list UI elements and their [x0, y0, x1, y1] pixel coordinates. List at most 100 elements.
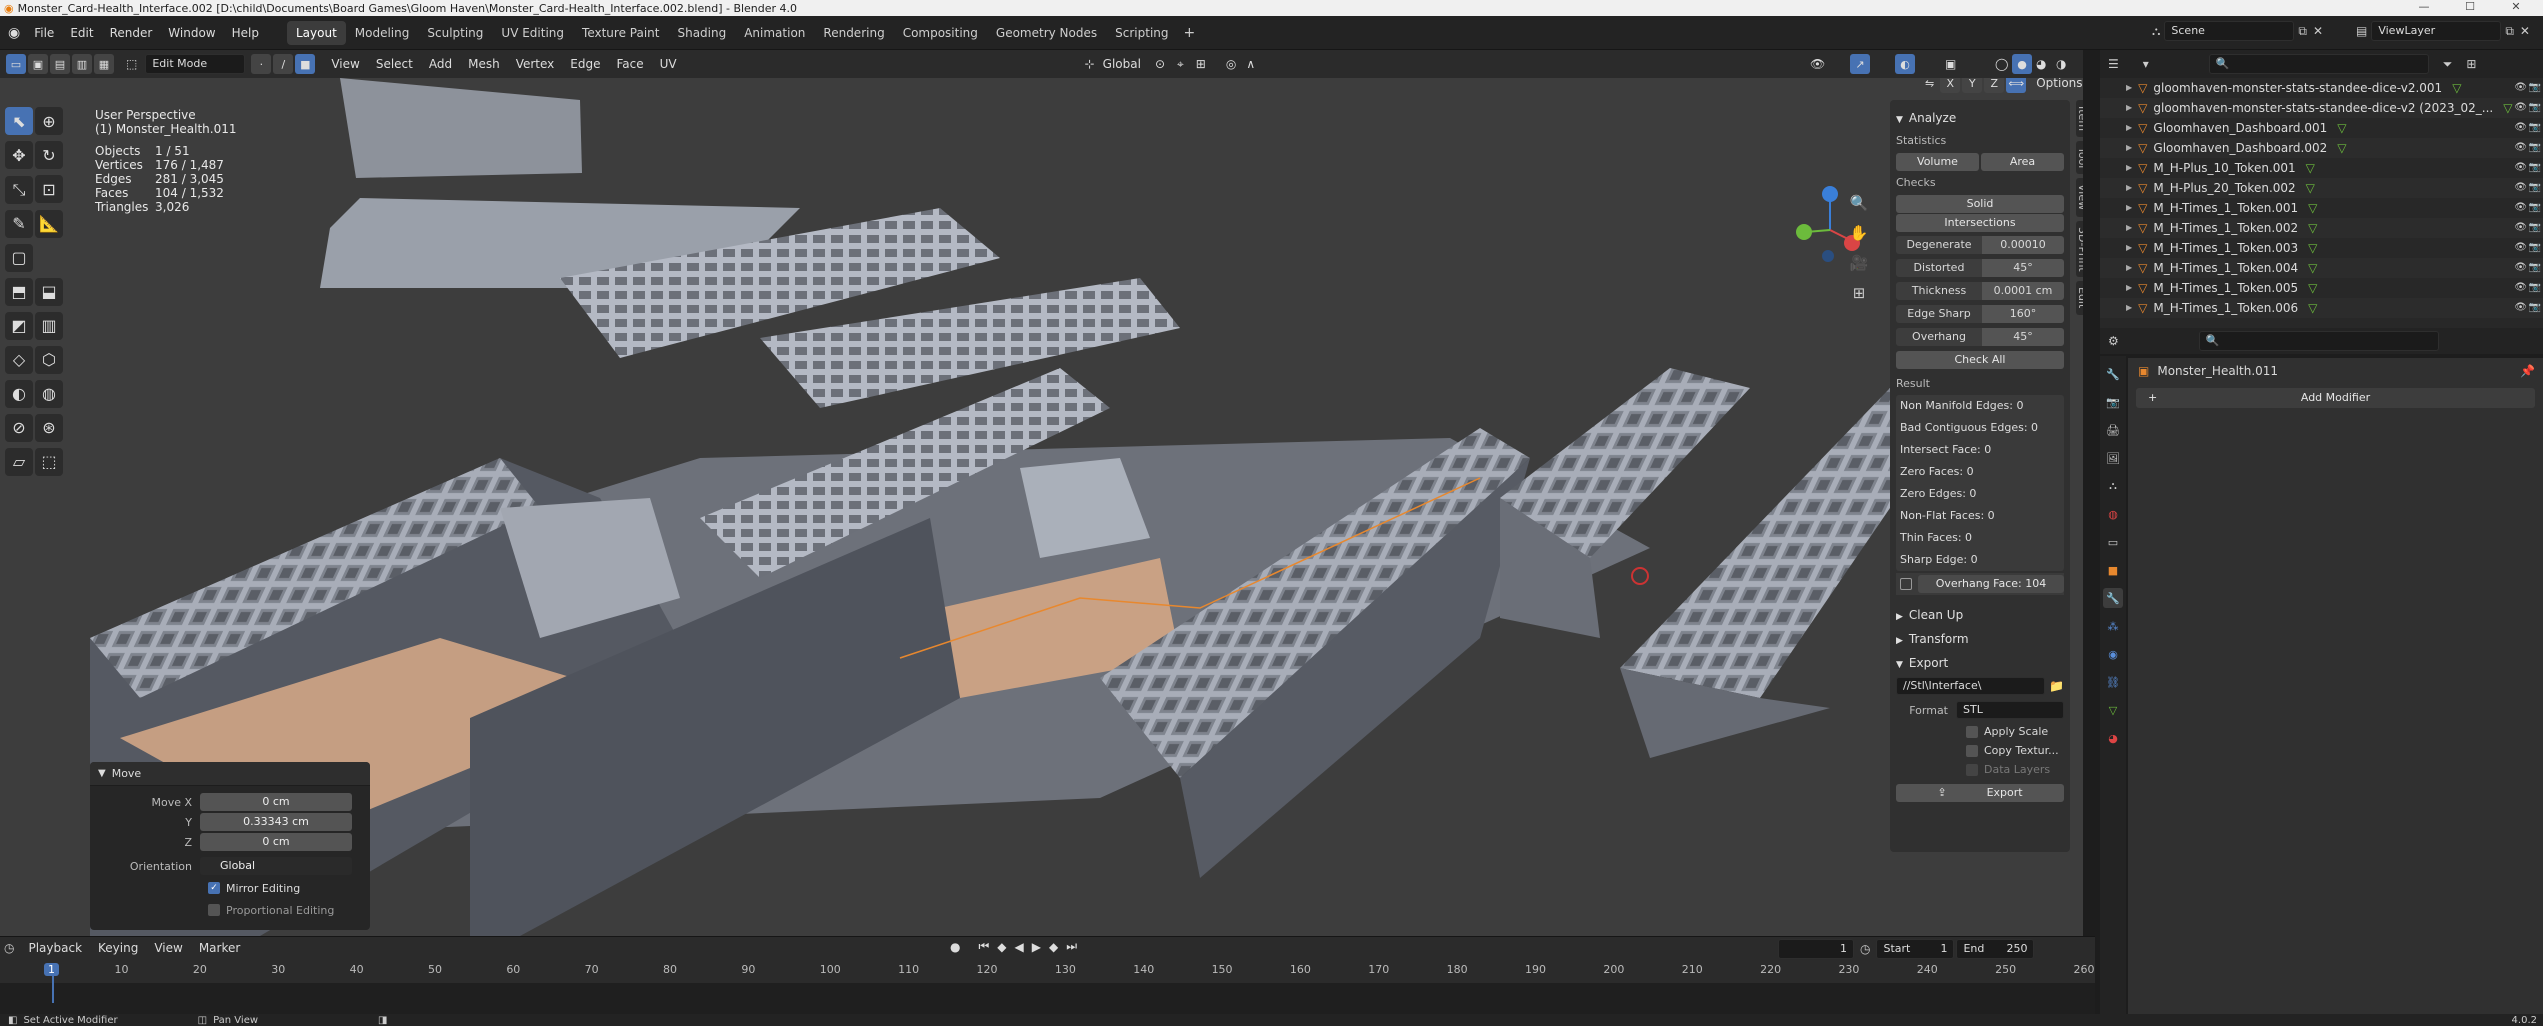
outliner-item-name[interactable]: Gloomhaven_Dashboard.001: [2153, 118, 2327, 138]
snap-target-icon[interactable]: ⊞: [1196, 57, 1206, 71]
play-reverse-icon[interactable]: ◀: [1015, 940, 1024, 954]
render-camera-icon[interactable]: 📷: [2529, 98, 2541, 118]
area-button[interactable]: Area: [1981, 153, 2064, 171]
outliner-row[interactable]: ▶ ▽ M_H-Plus_20_Token.002 ▽ 👁 📷: [2100, 178, 2543, 198]
edge-slide-tool-icon[interactable]: ⊘: [5, 413, 33, 442]
next-keyframe-icon[interactable]: ◆: [1049, 940, 1058, 954]
annotate-tool-icon[interactable]: ✎: [5, 209, 33, 238]
export-button[interactable]: ⇪ Export: [1896, 784, 2064, 802]
export-header[interactable]: ▼ Export: [1896, 651, 2064, 675]
workspace-tab-shading[interactable]: Shading: [668, 21, 735, 45]
select-invert-icon[interactable]: ▦: [94, 54, 114, 74]
smooth-tool-icon[interactable]: ◍: [35, 379, 63, 408]
vertex-select-icon[interactable]: ·: [251, 54, 272, 74]
mesh-symmetry-icon[interactable]: ⟺: [2006, 78, 2027, 93]
intersections-button[interactable]: Intersections: [1896, 214, 2064, 232]
workspace-tab-layout[interactable]: Layout: [286, 20, 346, 45]
outliner-row[interactable]: ▶ ▽ gloomhaven-monster-stats-standee-dice-…: [2100, 98, 2543, 118]
render-camera-icon[interactable]: 📷: [2529, 278, 2541, 298]
render-camera-icon[interactable]: 📷: [2529, 178, 2541, 198]
rip-tool-icon[interactable]: ⬚: [35, 447, 63, 476]
menu-window[interactable]: Window: [160, 16, 223, 50]
outliner-item-name[interactable]: M_H-Times_1_Token.002: [2153, 218, 2298, 238]
viewport-menu-face[interactable]: Face: [608, 54, 651, 74]
edge-select-icon[interactable]: /: [273, 54, 294, 74]
sidebar-tab-item[interactable]: Item: [2076, 100, 2083, 138]
orientation-icon[interactable]: ⊹: [1085, 57, 1095, 71]
snap-icon[interactable]: ⌖: [1177, 57, 1184, 72]
collapse-icon[interactable]: ▼: [98, 768, 106, 779]
render-camera-icon[interactable]: 📷: [2529, 218, 2541, 238]
expand-arrow-icon[interactable]: ▶: [2126, 278, 2132, 298]
prev-keyframe-icon[interactable]: ◆: [997, 940, 1006, 954]
move-z-field[interactable]: 0 cm: [200, 833, 352, 851]
workspace-tab-geometry-nodes[interactable]: Geometry Nodes: [987, 21, 1106, 45]
scene-tab-icon[interactable]: ⛬: [2103, 476, 2123, 496]
expand-arrow-icon[interactable]: ▶: [2126, 98, 2132, 118]
outliner-item-name[interactable]: gloomhaven-monster-stats-standee-dice-v2…: [2153, 78, 2442, 98]
viewport-menu-edge[interactable]: Edge: [562, 54, 608, 74]
scale-tool-icon[interactable]: ⤡: [5, 175, 33, 204]
properties-search-input[interactable]: 🔍: [2198, 331, 2439, 351]
render-camera-icon[interactable]: 📷: [2529, 78, 2541, 98]
outliner-item-name[interactable]: M_H-Plus_20_Token.002: [2153, 178, 2295, 198]
delete-viewlayer-icon[interactable]: ✕: [2520, 24, 2530, 38]
orientation-dropdown[interactable]: Global: [1095, 54, 1149, 74]
mirror-y-toggle[interactable]: Y: [1962, 78, 1983, 93]
mode-dropdown[interactable]: Edit Mode: [145, 54, 246, 74]
visibility-eye-icon[interactable]: 👁: [2514, 218, 2527, 238]
mirror-editing-checkbox[interactable]: ✓: [208, 882, 220, 894]
camera-icon[interactable]: 🎥: [1848, 248, 1870, 278]
physics-tab-icon[interactable]: ◉: [2103, 644, 2123, 664]
move-tool-icon[interactable]: ✥: [5, 141, 33, 169]
timeline-menu-keying[interactable]: Keying: [90, 938, 146, 958]
collection-tab-icon[interactable]: ▭: [2103, 532, 2123, 552]
workspace-tab-compositing[interactable]: Compositing: [894, 21, 987, 45]
new-collection-icon[interactable]: ⊞: [2466, 57, 2476, 71]
overlay-icon[interactable]: ◐: [1895, 54, 1915, 74]
copy-scene-icon[interactable]: ⧉: [2298, 24, 2307, 39]
outliner-filter-icon[interactable]: ⏷: [2443, 57, 2453, 72]
data-layers-checkbox[interactable]: [1966, 763, 1978, 776]
transform-tool-icon[interactable]: ⊡: [35, 175, 63, 203]
data-tab-icon[interactable]: ▽: [2103, 700, 2123, 720]
sidebar-tab-view[interactable]: View: [2076, 178, 2083, 217]
visibility-eye-icon[interactable]: 👁: [2514, 178, 2527, 198]
select-tool-icon[interactable]: ⬉: [5, 107, 33, 135]
pin-icon[interactable]: 📌: [2520, 364, 2535, 378]
workspace-tab-uv-editing[interactable]: UV Editing: [492, 21, 573, 45]
gizmo-z-axis[interactable]: [1822, 186, 1838, 202]
visibility-eye-icon[interactable]: 👁: [2514, 278, 2527, 298]
param-value[interactable]: 45°: [1982, 328, 2064, 346]
viewport-menu-vertex[interactable]: Vertex: [508, 54, 563, 74]
face-select-icon[interactable]: ■: [295, 54, 316, 74]
editor-type-icon[interactable]: ⬚: [126, 57, 137, 71]
visibility-eye-icon[interactable]: 👁: [2514, 138, 2527, 158]
timeline-menu-playback[interactable]: Playback: [20, 938, 90, 958]
knife-tool-icon[interactable]: ◇: [5, 345, 33, 374]
expand-arrow-icon[interactable]: ▶: [2126, 258, 2132, 278]
sidebar-tab-edit[interactable]: Edit: [2076, 281, 2083, 315]
pivot-icon[interactable]: ⊙: [1155, 57, 1165, 71]
outliner-row[interactable]: ▶ ▽ Gloomhaven_Dashboard.002 ▽ 👁 📷: [2100, 138, 2543, 158]
scene-field[interactable]: Scene: [2164, 21, 2295, 41]
timeline-editor-icon[interactable]: ◷: [4, 941, 14, 955]
frame-ruler[interactable]: 1 10 20 30 40 50 60 70 80 90 100 110 120 130 140 150 160…: [0, 959, 2095, 983]
render-camera-icon[interactable]: 📷: [2529, 118, 2541, 138]
3d-cursor[interactable]: [1631, 567, 1649, 585]
shrink-tool-icon[interactable]: ⊛: [35, 413, 63, 442]
outliner-row[interactable]: ▶ ▽ M_H-Times_1_Token.002 ▽ 👁 📷: [2100, 218, 2543, 238]
current-frame-field[interactable]: 1: [1778, 939, 1854, 959]
transform-header[interactable]: ▶ Transform: [1896, 627, 2064, 651]
mirror-x-toggle[interactable]: X: [1940, 78, 1961, 93]
format-select[interactable]: STL: [1956, 701, 2064, 719]
zoom-icon[interactable]: 🔍: [1848, 188, 1870, 218]
outliner-item-name[interactable]: gloomhaven-monster-stats-standee-dice-v2…: [2153, 98, 2493, 118]
select-extend-icon[interactable]: ▤: [50, 54, 70, 74]
ortho-grid-icon[interactable]: ⊞: [1848, 278, 1870, 308]
falloff-icon[interactable]: ∧: [1246, 57, 1255, 71]
viewlayer-selector[interactable]: ▤ ViewLayer ⧉ ✕: [2356, 21, 2530, 41]
visibility-eye-icon[interactable]: 👁: [2514, 198, 2527, 218]
expand-arrow-icon[interactable]: ▶: [2126, 298, 2132, 318]
outliner-item-name[interactable]: M_H-Times_1_Token.004: [2153, 258, 2298, 278]
